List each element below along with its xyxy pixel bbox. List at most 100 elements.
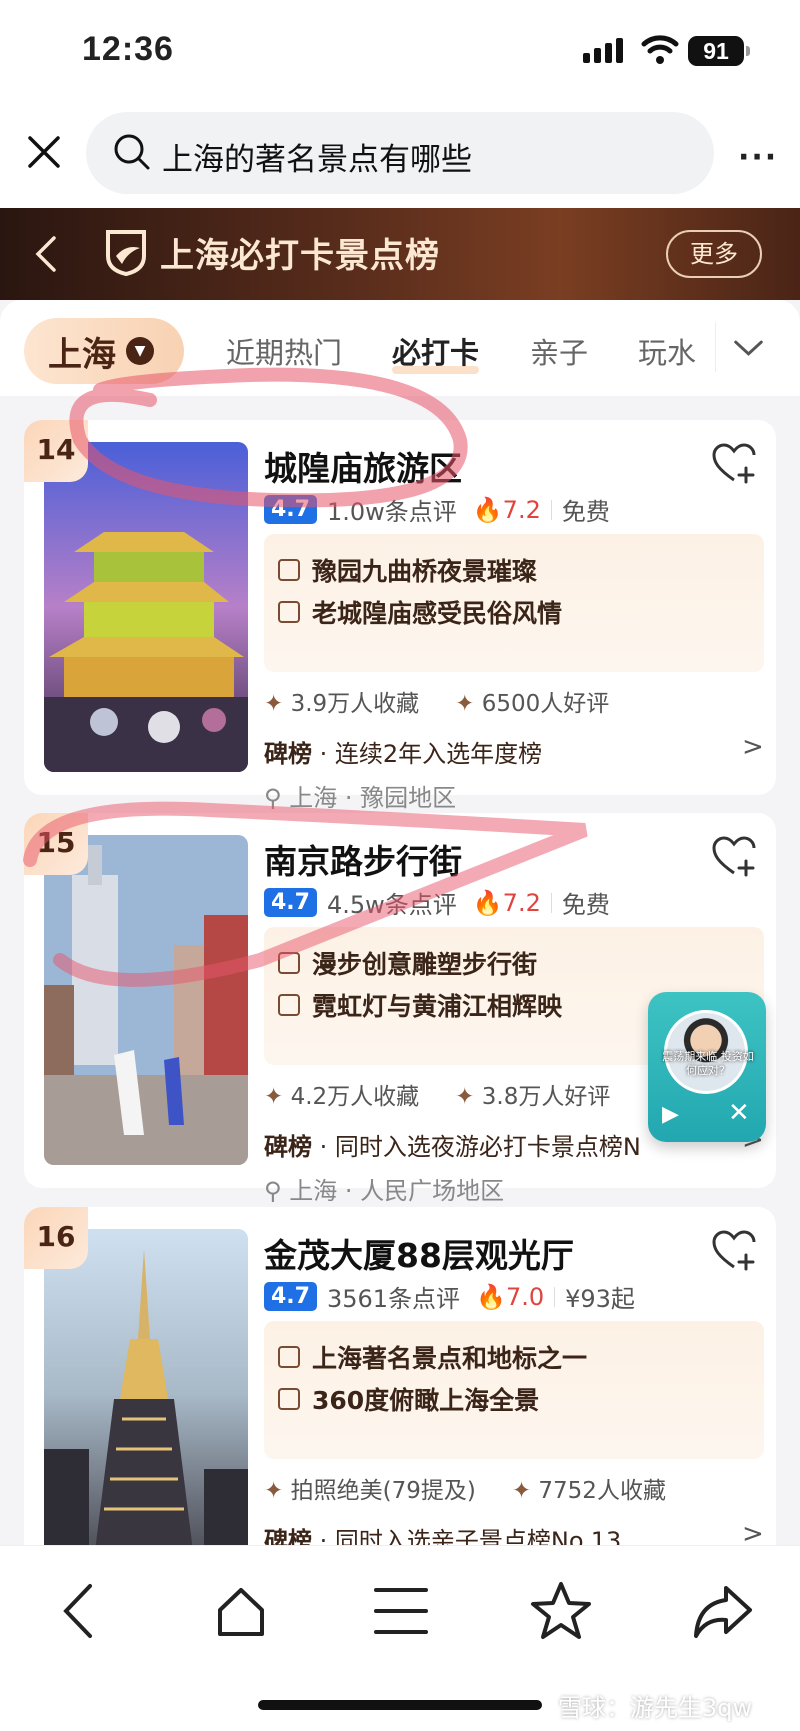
flame-icon: 🔥 [476,1282,506,1311]
star-icon[interactable] [526,1576,596,1646]
attraction-card[interactable]: 16 金茂大厦88层观光厅 4.7 3561条点评 🔥 7.0 ¥93起 上海著名… [24,1207,776,1567]
location-pin-icon: ⚲ [264,1177,290,1205]
stats-row: 3.9万人收藏 6500人好评 [264,684,610,718]
review-count: 4.5w条点评 [326,891,457,919]
search-query: 上海的著名景点有哪些 [162,142,472,178]
heat-score: 7.2 [502,495,541,524]
attraction-card[interactable]: 14 城隍庙旅游区 4.7 1.0w条点评 🔥 7.2 免费 豫园九曲桥夜景璀璨 … [24,420,776,812]
video-caption: 震荡期来临 投资如何应对？ [662,1050,754,1077]
stats-row: 拍照绝美(79提及) 7752人收藏 [264,1471,666,1505]
scenery-icon [278,559,300,581]
highlight-item: 漫步创意雕塑步行街 [278,945,537,981]
score-badge: 4.7 [264,888,317,917]
good-reviews-count: 6500人好评 [455,684,610,718]
favorites-count: 4.2万人收藏 [264,1077,420,1111]
price: ¥93起 [565,1285,635,1313]
favorites-count: 7752人收藏 [512,1471,666,1505]
attraction-photo[interactable] [44,442,248,772]
heat-score: 7.2 [502,888,541,917]
favorites-count: 3.9万人收藏 [264,684,420,718]
search-input[interactable]: 上海的著名景点有哪些 [86,112,714,194]
tower-icon [278,1388,300,1410]
location-pin-icon: ⚲ [264,784,290,812]
close-icon[interactable] [22,130,66,174]
rating-row: 4.7 4.5w条点评 🔥 7.2 免费 [264,885,610,920]
review-count: 1.0w条点评 [326,498,457,526]
watermark: 雪球：游先生3qw [558,1694,753,1722]
tab-water-play[interactable]: 玩水 [638,330,696,372]
attraction-photo[interactable] [44,835,248,1165]
home-icon[interactable] [206,1576,276,1646]
search-icon [114,134,150,170]
price: 免费 [561,891,610,919]
ranking-banner: 上海必打卡景点榜 更多 [0,208,800,300]
back-icon[interactable] [46,1576,116,1646]
attraction-photo[interactable] [44,1229,248,1559]
highlights-box: 豫园九曲桥夜景璀璨 老城隍庙感受民俗风情 [264,534,764,672]
home-indicator [258,1700,542,1710]
photo-mentions: 拍照绝美(79提及) [264,1471,476,1505]
score-badge: 4.7 [264,495,317,524]
scenery-icon [278,952,300,974]
temple-icon [278,601,300,623]
award-label: 碑榜 [264,740,312,768]
award-row[interactable]: 碑榜 · 连续2年入选年度榜 [264,734,694,769]
menu-icon[interactable] [366,1576,436,1646]
tab-recent-hot[interactable]: 近期热门 [226,330,342,372]
top-bar: 上海的著名景点有哪些 ··· [0,100,800,208]
tab-family[interactable]: 亲子 [530,330,588,372]
favorite-heart-icon[interactable] [710,835,758,879]
rating-row: 4.7 1.0w条点评 🔥 7.2 免费 [264,492,610,527]
highlight-item: 老城隍庙感受民俗风情 [278,594,562,630]
review-count: 3561条点评 [326,1285,461,1313]
favorite-heart-icon[interactable] [710,1229,758,1273]
heat-score: 7.0 [505,1282,545,1311]
tab-must-visit[interactable]: 必打卡 [392,330,480,374]
highlight-item: 360度俯瞰上海全景 [278,1381,539,1417]
chevron-right-icon[interactable]: > [742,732,764,762]
highlight-item: 上海著名景点和地标之一 [278,1339,587,1375]
attraction-name: 金茂大厦88层观光厅 [264,1236,574,1275]
award-label: 碑榜 [264,1133,312,1161]
ranking-logo-icon [106,230,146,277]
status-bar: 12:36 91 [0,0,800,100]
location: ⚲ 上海 · 人民广场地区 [264,1177,505,1205]
attraction-name: 南京路步行街 [264,842,462,881]
highlight-item: 霓虹灯与黄浦江相辉映 [278,987,562,1023]
rating-row: 4.7 3561条点评 🔥 7.0 ¥93起 [264,1279,635,1314]
score-badge: 4.7 [264,1282,317,1311]
price: 免费 [561,498,610,526]
attraction-name: 城隍庙旅游区 [264,449,462,488]
location: ⚲ 上海 · 豫园地区 [264,784,457,812]
chevron-down-icon: ▼ [126,337,154,365]
banner-title: 上海必打卡景点榜 [160,236,440,276]
highlight-item: 豫园九曲桥夜景璀璨 [278,552,537,588]
play-icon[interactable]: ▶ [662,1102,679,1127]
wifi-icon [641,35,679,64]
rank-badge: 16 [24,1207,88,1269]
floating-video-player[interactable]: 震荡期来临 投资如何应对？ ▶ ✕ [648,992,766,1142]
flame-icon: 🔥 [472,888,503,917]
rank-badge: 15 [24,813,88,875]
landmark-icon [278,1346,300,1368]
more-options-icon[interactable]: ··· [738,140,778,175]
category-tabs: 上海 ▼ 近期热门 必打卡 亲子 玩水 [0,300,800,396]
share-icon[interactable] [688,1576,758,1646]
flame-icon: 🔥 [472,495,503,524]
more-button[interactable]: 更多 [666,230,762,278]
good-reviews-count: 3.8万人好评 [455,1077,611,1111]
cellular-signal-icon [583,38,623,63]
stats-row: 4.2万人收藏 3.8万人好评 [264,1077,611,1111]
award-row[interactable]: 碑榜 · 同时入选夜游必打卡景点榜N [264,1127,694,1162]
temple-icon [278,994,300,1016]
favorite-heart-icon[interactable] [710,442,758,486]
clock: 12:36 [82,30,174,68]
city-label: 上海 [48,334,116,375]
back-arrow-icon[interactable] [30,232,62,276]
close-video-icon[interactable]: ✕ [728,1098,750,1128]
highlights-box: 上海著名景点和地标之一 360度俯瞰上海全景 [264,1321,764,1459]
expand-tabs-icon[interactable] [715,322,781,372]
rank-badge: 14 [24,420,88,482]
city-selector[interactable]: 上海 ▼ [24,318,184,384]
battery-icon: 91 [688,36,750,66]
